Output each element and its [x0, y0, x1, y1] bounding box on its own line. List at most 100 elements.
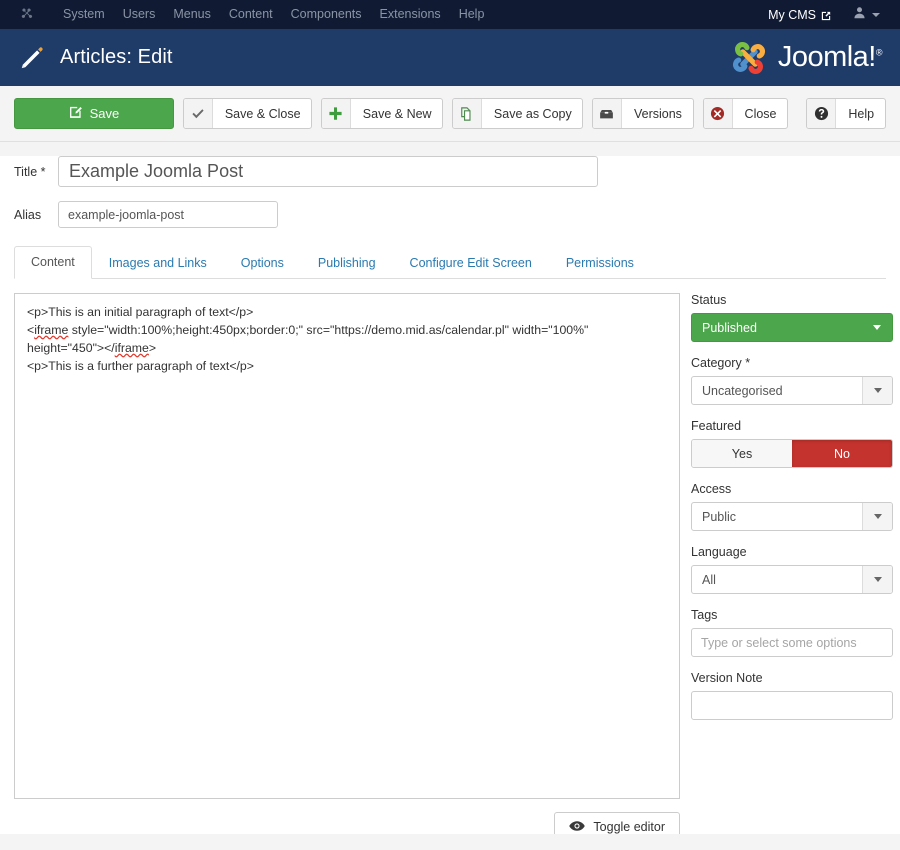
- category-required-mark: *: [745, 356, 751, 370]
- save-button[interactable]: Save: [14, 98, 174, 129]
- language-dropdown-arrow: [862, 566, 892, 593]
- admin-menu-item-content[interactable]: Content: [220, 0, 282, 29]
- article-source-textarea[interactable]: <p>This is an initial paragraph of text<…: [14, 293, 680, 799]
- save-as-copy-button[interactable]: Save as Copy: [451, 98, 583, 129]
- admin-menu: System Users Menus Content Components Ex…: [54, 0, 493, 29]
- admin-menu-item-users[interactable]: Users: [114, 0, 165, 29]
- tab-options[interactable]: Options: [224, 247, 301, 279]
- tab-configure-edit-screen[interactable]: Configure Edit Screen: [393, 247, 549, 279]
- admin-menu-bar: System Users Menus Content Components Ex…: [0, 0, 900, 29]
- editor-line-2-closetag: iframe: [114, 341, 149, 355]
- editor-line-1: <p>This is an initial paragraph of text<…: [27, 305, 254, 319]
- page-footer-strip: [0, 834, 900, 846]
- title-field-row: Title *: [14, 156, 886, 187]
- save-and-close-button[interactable]: Save & Close: [182, 98, 312, 129]
- tab-publishing[interactable]: Publishing: [301, 247, 393, 279]
- tab-images-and-links[interactable]: Images and Links: [92, 247, 224, 279]
- editor-line-2-body: style="width:100%;height:450px;border:0;…: [27, 323, 592, 355]
- featured-label: Featured: [691, 419, 742, 433]
- language-select[interactable]: All: [691, 565, 893, 594]
- question-circle-icon: [807, 99, 837, 128]
- alias-input[interactable]: [58, 201, 278, 228]
- chevron-down-icon: [873, 514, 882, 519]
- editor-line-2-tag: iframe: [34, 323, 69, 337]
- featured-toggle-group: Yes No: [691, 439, 893, 468]
- archive-icon: [592, 99, 622, 128]
- tab-permissions[interactable]: Permissions: [549, 247, 651, 279]
- featured-no-button[interactable]: No: [792, 440, 892, 467]
- main-content: Title * Alias Content Images and Links O…: [0, 156, 900, 846]
- title-required-mark: *: [40, 164, 46, 179]
- language-value: All: [702, 572, 716, 587]
- joomla-logo: Joomla!®: [727, 36, 883, 80]
- access-label: Access: [691, 482, 732, 496]
- title-label-text: Title: [14, 164, 38, 179]
- access-value: Public: [702, 509, 737, 524]
- chevron-down-icon: [873, 325, 881, 330]
- chevron-down-icon: [873, 577, 882, 582]
- editor-line-2-end: >: [148, 341, 157, 355]
- site-link-label: My CMS: [768, 7, 816, 22]
- admin-menu-item-menus[interactable]: Menus: [164, 0, 220, 29]
- versions-button[interactable]: Versions: [591, 98, 694, 129]
- editor-line-3: <p>This is a further paragraph of text</…: [27, 359, 254, 373]
- site-preview-link[interactable]: My CMS: [756, 8, 843, 22]
- chevron-down-icon: [873, 388, 882, 393]
- admin-menu-item-help[interactable]: Help: [450, 0, 494, 29]
- editor-and-sidebar: <p>This is an initial paragraph of text<…: [14, 293, 893, 842]
- category-label: Category *: [691, 356, 893, 370]
- status-select[interactable]: Published: [691, 313, 893, 342]
- article-sidebar: Status Published Category * Uncategorise…: [691, 293, 893, 842]
- close-button-label: Close: [744, 106, 777, 121]
- joomla-brand-icon[interactable]: [18, 6, 36, 24]
- access-dropdown-arrow: [862, 503, 892, 530]
- category-select[interactable]: Uncategorised: [691, 376, 893, 405]
- help-button-label: Help: [848, 106, 875, 121]
- alias-label: Alias: [14, 207, 42, 222]
- joomla-logo-mark: [732, 41, 765, 74]
- category-label-text: Category: [691, 356, 742, 370]
- pencil-icon: [18, 44, 46, 72]
- check-icon: [183, 99, 213, 128]
- version-note-label: Version Note: [691, 671, 763, 685]
- category-dropdown-arrow: [862, 377, 892, 404]
- title-label: Title *: [14, 165, 58, 179]
- toggle-editor-label: Toggle editor: [593, 820, 665, 834]
- save-as-copy-label: Save as Copy: [493, 106, 572, 121]
- category-value: Uncategorised: [702, 383, 783, 398]
- alias-field-row: Alias: [14, 201, 886, 228]
- chevron-down-icon: [872, 12, 880, 17]
- user-menu-button[interactable]: [843, 6, 886, 24]
- tab-content[interactable]: Content: [14, 246, 92, 279]
- resize-grip-icon[interactable]: [665, 784, 677, 796]
- help-button[interactable]: Help: [806, 98, 886, 129]
- joomla-wordmark: Joomla!: [777, 41, 877, 73]
- version-note-input[interactable]: [691, 691, 893, 720]
- tags-label: Tags: [691, 608, 718, 622]
- editor-column: <p>This is an initial paragraph of text<…: [14, 293, 680, 842]
- joomla-logo-text: Joomla!®: [777, 41, 883, 73]
- save-and-new-label: Save & New: [362, 106, 432, 121]
- featured-yes-button[interactable]: Yes: [692, 440, 792, 467]
- title-input[interactable]: [58, 156, 598, 187]
- copy-icon: [452, 99, 482, 128]
- save-and-close-label: Save & Close: [224, 106, 301, 121]
- joomla-trademark: ®: [875, 47, 883, 58]
- page-title: Articles: Edit: [60, 46, 173, 68]
- admin-bar-right: My CMS: [756, 6, 886, 24]
- editor-toolbar: Save Save & Close Save & New Save as Cop…: [0, 86, 900, 142]
- external-link-icon: [821, 10, 831, 20]
- access-select[interactable]: Public: [691, 502, 893, 531]
- admin-menu-item-extensions[interactable]: Extensions: [371, 0, 450, 29]
- status-dropdown-arrow: [862, 314, 892, 341]
- admin-menu-item-components[interactable]: Components: [282, 0, 371, 29]
- versions-label: Versions: [633, 106, 682, 121]
- close-button[interactable]: Close: [702, 98, 789, 129]
- plus-icon: [321, 99, 351, 128]
- admin-menu-item-system[interactable]: System: [54, 0, 114, 29]
- user-icon: [853, 6, 866, 24]
- page-header: Articles: Edit Joomla!®: [0, 29, 900, 86]
- save-and-new-button[interactable]: Save & New: [320, 98, 443, 129]
- language-label: Language: [691, 545, 747, 559]
- tags-input[interactable]: [691, 628, 893, 657]
